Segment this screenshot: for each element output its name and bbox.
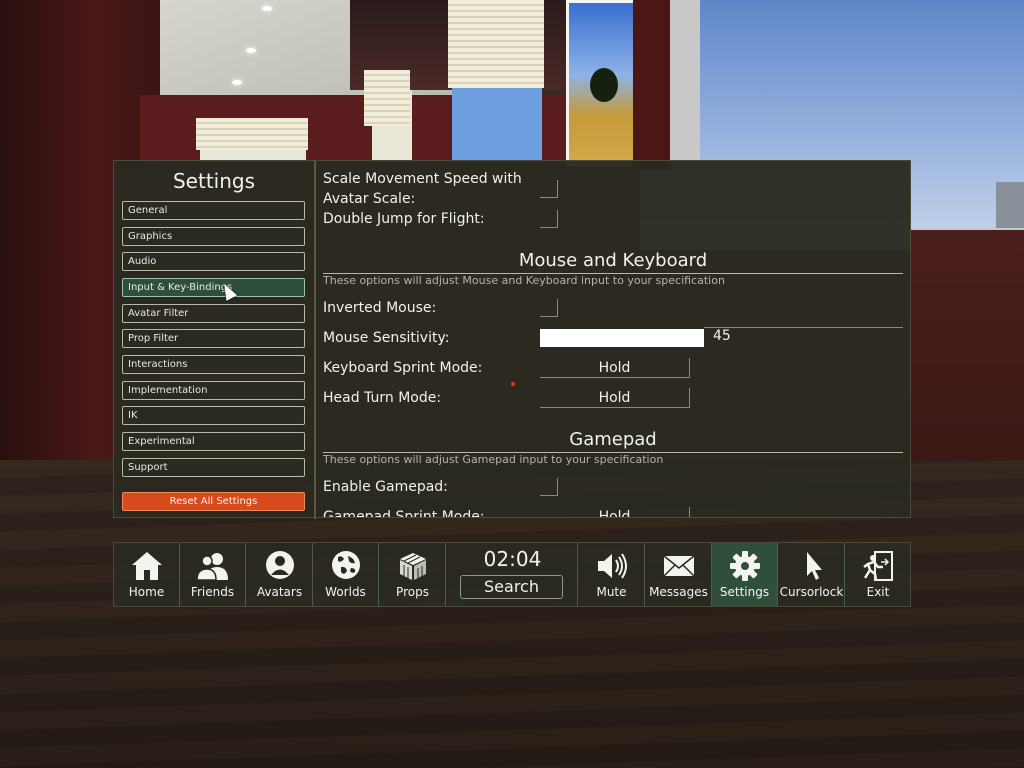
mouse-sensitivity-value: 45 xyxy=(713,328,731,344)
search-button[interactable]: Search xyxy=(460,575,563,599)
clock-search-panel: 02:04 Search xyxy=(447,543,578,606)
exit-button[interactable]: Exit xyxy=(845,543,911,606)
wall-pillar xyxy=(633,0,673,170)
avatar-icon xyxy=(265,551,294,579)
enable-gamepad-checkbox[interactable] xyxy=(540,478,558,496)
mute-button[interactable]: Mute xyxy=(579,543,645,606)
head-turn-dropdown[interactable]: Hold xyxy=(540,388,690,408)
enable-gamepad-label: Enable Gamepad: xyxy=(323,479,448,495)
scale-movement-label-line2: Avatar Scale: xyxy=(323,191,416,207)
avatars-label: Avatars xyxy=(256,585,303,599)
mouse-sensitivity-label: Mouse Sensitivity: xyxy=(323,330,450,346)
slider-rail xyxy=(704,327,903,328)
scale-movement-checkbox[interactable] xyxy=(540,180,558,198)
painting-tree xyxy=(590,68,618,102)
settings-label: Settings xyxy=(719,585,770,599)
reset-all-settings-button[interactable]: Reset All Settings xyxy=(122,492,305,511)
menu-implementation[interactable]: Implementation xyxy=(122,381,305,400)
double-jump-checkbox[interactable] xyxy=(540,210,558,228)
cursor-icon xyxy=(806,552,822,580)
tower xyxy=(670,0,700,165)
exit-icon xyxy=(863,551,893,581)
gamepad-sprint-label: Gamepad Sprint Mode: xyxy=(323,509,485,517)
keyboard-sprint-label: Keyboard Sprint Mode: xyxy=(323,360,483,376)
friends-button[interactable]: Friends xyxy=(180,543,246,606)
messages-button[interactable]: Messages xyxy=(646,543,712,606)
gamepad-description: These options will adjust Gamepad input … xyxy=(323,453,664,466)
settings-title: Settings xyxy=(172,169,256,193)
menu-input-key-bindings[interactable]: Input & Key-Bindings xyxy=(122,278,305,297)
speaker-icon xyxy=(597,553,627,579)
mute-label: Mute xyxy=(596,585,627,599)
double-jump-label: Double Jump for Flight: xyxy=(323,211,485,227)
gamepad-sprint-dropdown[interactable]: Hold xyxy=(540,507,690,517)
props-label: Props xyxy=(396,585,429,599)
scale-movement-label-line1: Scale Movement Speed with xyxy=(323,171,522,187)
settings-panel: Settings General Graphics Audio Input & … xyxy=(113,160,912,519)
friends-icon xyxy=(195,553,228,581)
menu-audio[interactable]: Audio xyxy=(122,252,305,271)
head-turn-label: Head Turn Mode: xyxy=(323,390,442,406)
gear-icon xyxy=(729,551,760,581)
window-blind xyxy=(364,70,410,126)
ceiling-lamp xyxy=(262,6,272,11)
worlds-button[interactable]: Worlds xyxy=(313,543,379,606)
mouse-keyboard-description: These options will adjust Mouse and Keyb… xyxy=(323,274,725,287)
inverted-mouse-label: Inverted Mouse: xyxy=(323,300,437,316)
messages-label: Messages xyxy=(649,585,708,599)
settings-content[interactable]: Scale Movement Speed with Avatar Scale: … xyxy=(316,161,912,517)
mouse-keyboard-heading: Mouse and Keyboard xyxy=(518,250,708,271)
menu-avatar-filter[interactable]: Avatar Filter xyxy=(122,304,305,323)
cursorlock-label: Cursorlock xyxy=(779,585,844,599)
menu-graphics[interactable]: Graphics xyxy=(122,227,305,246)
menu-prop-filter[interactable]: Prop Filter xyxy=(122,329,305,348)
friends-label: Friends xyxy=(190,585,235,599)
menu-ik[interactable]: IK xyxy=(122,406,305,425)
home-icon xyxy=(131,552,162,580)
menu-general[interactable]: General xyxy=(122,201,305,220)
quick-menu-toolbar: Home Friends Avatars Worlds Props 02:04 … xyxy=(113,542,911,607)
exit-label: Exit xyxy=(866,585,890,599)
avatars-button[interactable]: Avatars xyxy=(247,543,313,606)
red-marker-dot xyxy=(511,382,515,386)
cursorlock-button[interactable]: Cursorlock xyxy=(779,543,845,606)
settings-sidebar: Settings General Graphics Audio Input & … xyxy=(114,161,316,519)
inverted-mouse-checkbox[interactable] xyxy=(540,299,558,317)
menu-experimental[interactable]: Experimental xyxy=(122,432,305,451)
globe-icon xyxy=(331,551,360,579)
worlds-label: Worlds xyxy=(325,585,366,599)
balcony xyxy=(911,230,1024,480)
settings-button[interactable]: Settings xyxy=(712,543,778,606)
cube-icon xyxy=(399,553,426,580)
menu-support[interactable]: Support xyxy=(122,458,305,477)
gamepad-heading: Gamepad xyxy=(569,429,657,450)
window-blind xyxy=(196,118,308,150)
home-label: Home xyxy=(128,585,165,599)
window-blind xyxy=(448,0,544,88)
keyboard-sprint-dropdown[interactable]: Hold xyxy=(540,358,690,378)
clock-time: 02:04 xyxy=(483,547,542,571)
mouse-sensitivity-slider[interactable] xyxy=(540,329,704,347)
menu-interactions[interactable]: Interactions xyxy=(122,355,305,374)
envelope-icon xyxy=(662,555,695,577)
props-button[interactable]: Props xyxy=(380,543,446,606)
home-button[interactable]: Home xyxy=(114,543,180,606)
ceiling-lamp xyxy=(246,48,256,53)
ceiling-lamp xyxy=(232,80,242,85)
